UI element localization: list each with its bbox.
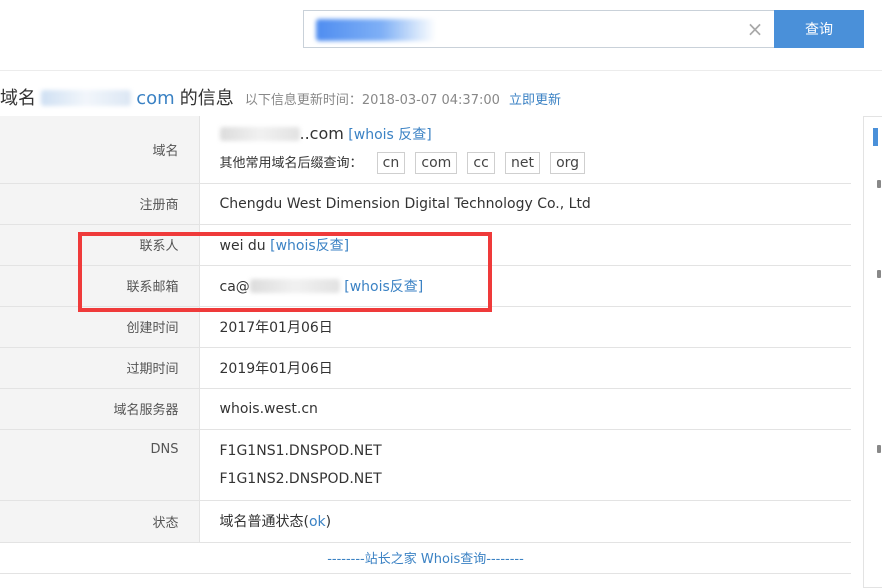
highlight-box	[78, 232, 492, 312]
side-mark	[877, 445, 881, 453]
suffix-tag-org[interactable]: org	[550, 152, 586, 175]
search-box[interactable]	[303, 10, 775, 48]
search-input[interactable]	[312, 17, 736, 43]
table-row-expires: 过期时间 2019年01月06日	[0, 347, 851, 389]
side-mark	[877, 180, 881, 188]
status-ok-link[interactable]: ok	[309, 514, 326, 530]
whois-reverse-link[interactable]: [whois 反查]	[348, 127, 431, 143]
domain-value: ..com	[299, 124, 344, 144]
row-value: ..com [whois 反查] 其他常用域名后缀查询： cn com cc n…	[199, 116, 851, 184]
row-label: 创建时间	[0, 306, 200, 348]
row-label: 域名服务器	[0, 388, 200, 430]
row-label: 过期时间	[0, 347, 200, 389]
side-accent	[873, 128, 878, 146]
title-suffix: 的信息	[179, 88, 234, 109]
row-label: 状态	[0, 500, 200, 543]
close-icon[interactable]: ×	[745, 19, 765, 39]
suffix-tag-com[interactable]: com	[415, 152, 458, 175]
whois-table: 域名 ..com [whois 反查] 其他常用域名后缀查询： cn com c…	[0, 116, 851, 574]
row-value: 2017年01月06日	[199, 306, 851, 348]
suffix-tag-net[interactable]: net	[504, 152, 540, 175]
suffix-tag-cc[interactable]: cc	[467, 152, 495, 175]
status-text: 域名普通状态(	[219, 514, 309, 530]
table-row-domain: 域名 ..com [whois 反查] 其他常用域名后缀查询： cn com c…	[0, 116, 851, 184]
table-row-dns: DNS F1G1NS1.DNSPOD.NET F1G1NS2.DNSPOD.NE…	[0, 429, 851, 501]
side-mark	[877, 270, 881, 278]
table-row-footer: --------站长之家 Whois查询--------	[0, 542, 851, 574]
status-close: )	[325, 514, 332, 530]
redacted-domain	[41, 90, 132, 106]
suffix-tag-cn[interactable]: cn	[376, 152, 406, 175]
row-label: DNS	[0, 429, 200, 501]
row-value: 域名普通状态(ok)	[199, 500, 851, 543]
table-row-created: 创建时间 2017年01月06日	[0, 306, 851, 348]
page-title: 域名 com 的信息 以下信息更新时间：2018-03-07 04:37:00 …	[0, 84, 561, 114]
table-row-registrar: 注册商 Chengdu West Dimension Digital Techn…	[0, 183, 851, 225]
suffix-query-label: 其他常用域名后缀查询：	[219, 156, 363, 172]
suffix-query-row: 其他常用域名后缀查询： cn com cc net org	[219, 152, 851, 175]
refresh-link[interactable]: 立即更新	[509, 93, 561, 108]
redacted-domain-name	[219, 127, 300, 142]
table-row-status: 状态 域名普通状态(ok)	[0, 500, 851, 543]
row-label: 域名	[0, 116, 200, 184]
row-value: whois.west.cn	[199, 388, 851, 430]
title-prefix: 域名	[0, 88, 36, 109]
row-value: Chengdu West Dimension Digital Technolog…	[199, 183, 851, 225]
row-value: F1G1NS1.DNSPOD.NET F1G1NS2.DNSPOD.NET	[199, 429, 851, 501]
table-row-whois-server: 域名服务器 whois.west.cn	[0, 388, 851, 430]
dns-server-1: F1G1NS1.DNSPOD.NET	[219, 442, 382, 459]
row-value: 2019年01月06日	[199, 347, 851, 389]
row-label: 注册商	[0, 183, 200, 225]
search-button[interactable]: 查询	[774, 10, 864, 48]
divider	[0, 70, 882, 71]
dns-server-2: F1G1NS2.DNSPOD.NET	[219, 470, 382, 487]
update-time-label: 以下信息更新时间：2018-03-07 04:37:00	[244, 93, 500, 108]
footer-link[interactable]: --------站长之家 Whois查询--------	[0, 542, 851, 574]
title-domain: com	[136, 88, 175, 109]
